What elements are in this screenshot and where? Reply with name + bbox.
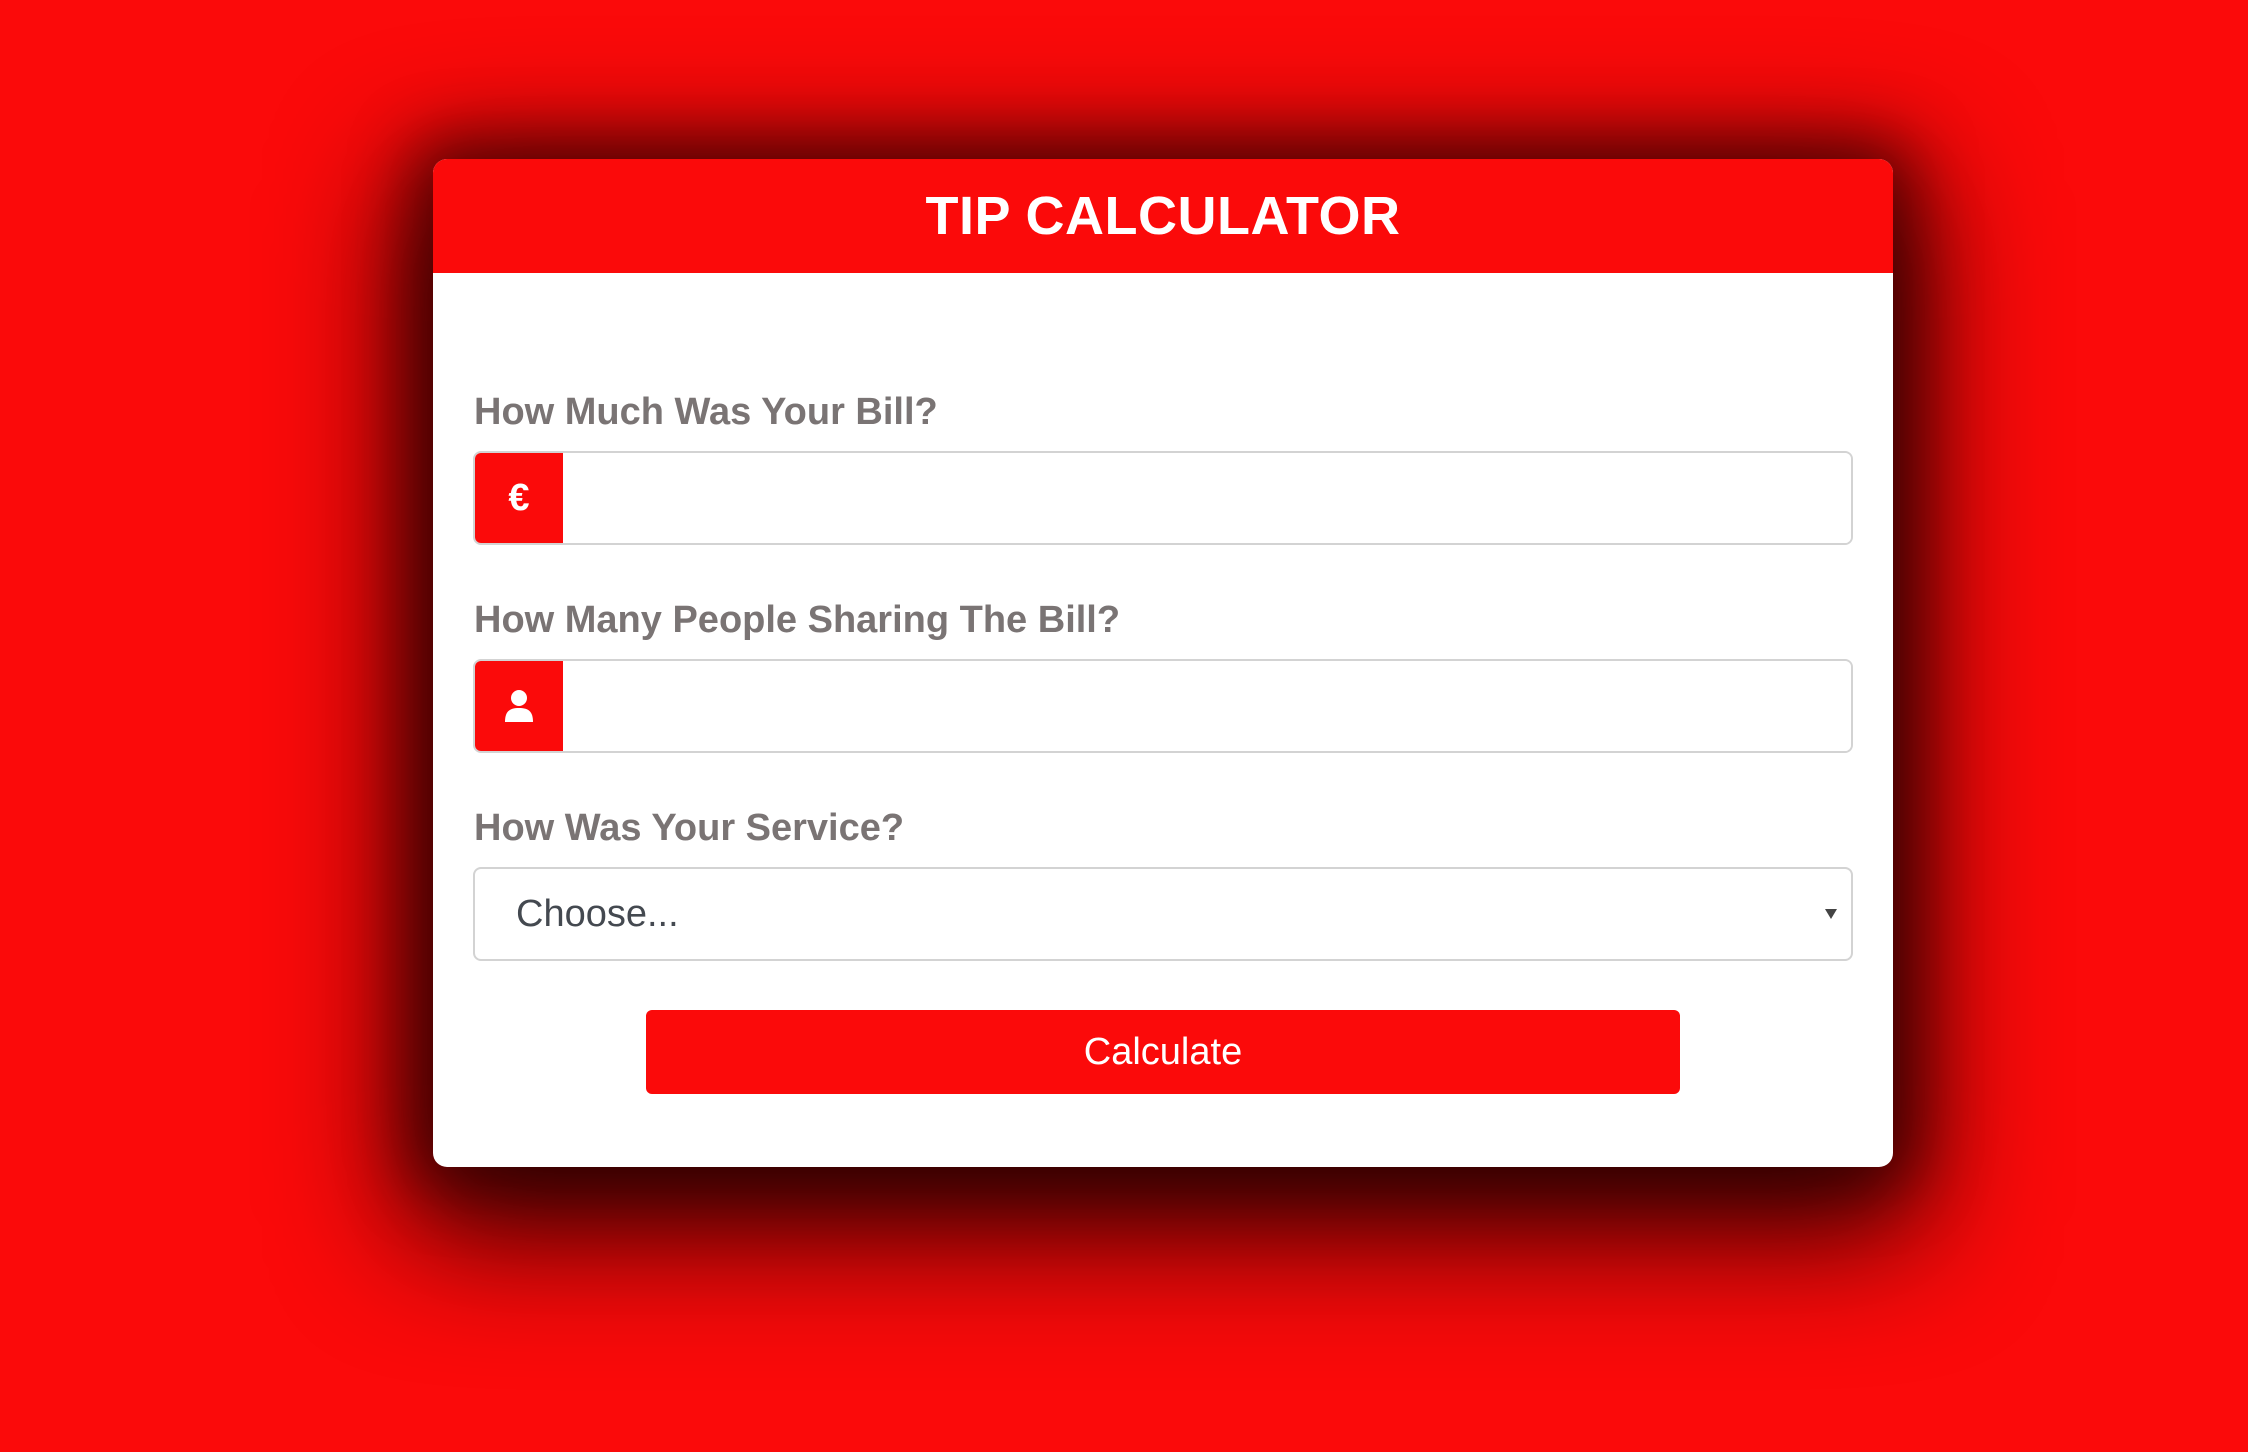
card-header: TIP CALCULATOR bbox=[433, 159, 1893, 273]
people-count-label: How Many People Sharing The Bill? bbox=[474, 599, 1121, 641]
user-icon-svg bbox=[505, 690, 533, 722]
service-quality-selected-value: Choose... bbox=[516, 892, 679, 935]
bill-amount-label: How Much Was Your Bill? bbox=[474, 391, 938, 433]
user-icon bbox=[475, 661, 563, 751]
tip-calculator-card: TIP CALCULATOR How Much Was Your Bill? €… bbox=[433, 159, 1893, 1167]
chevron-down-icon bbox=[1825, 909, 1837, 919]
bill-amount-input[interactable] bbox=[563, 453, 1851, 543]
people-count-input[interactable] bbox=[563, 661, 1851, 751]
calculate-button[interactable]: Calculate bbox=[646, 1010, 1680, 1094]
bill-amount-input-group: € bbox=[473, 451, 1853, 545]
service-quality-select[interactable]: Choose... bbox=[473, 867, 1853, 961]
page-title: TIP CALCULATOR bbox=[925, 186, 1401, 246]
euro-icon: € bbox=[475, 453, 563, 543]
service-quality-label: How Was Your Service? bbox=[474, 807, 905, 849]
people-count-input-group bbox=[473, 659, 1853, 753]
